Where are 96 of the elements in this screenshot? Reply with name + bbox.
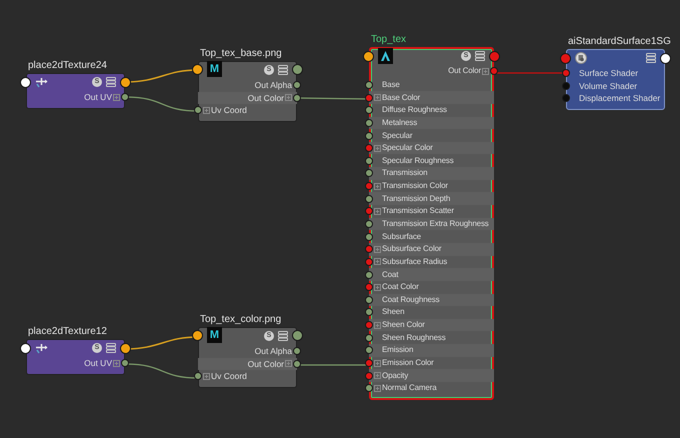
port-label: Surface Shader xyxy=(579,69,638,78)
list-icon[interactable] xyxy=(278,330,288,340)
node-title: Top_tex_base.png xyxy=(200,49,282,59)
port-label: Emission Color xyxy=(382,359,434,368)
node-card[interactable] xyxy=(26,339,125,375)
port-socket[interactable] xyxy=(293,81,301,90)
port-socket[interactable] xyxy=(365,359,373,368)
node-card[interactable] xyxy=(26,73,125,109)
port-socket[interactable] xyxy=(365,384,373,392)
port-socket[interactable] xyxy=(292,330,303,341)
port-label: Opacity xyxy=(382,372,408,380)
port-label: Uv Coord xyxy=(211,106,247,115)
port-label: Subsurface xyxy=(382,232,421,241)
crosshair-arrows-icon xyxy=(35,342,48,354)
port-socket[interactable] xyxy=(293,360,301,368)
port-socket[interactable] xyxy=(120,342,131,354)
port-socket[interactable] xyxy=(365,232,373,241)
port-socket[interactable] xyxy=(20,76,31,88)
port-label: Transmission Extra Roughness xyxy=(382,220,489,228)
port-socket[interactable] xyxy=(293,347,301,356)
port-socket[interactable] xyxy=(365,346,373,354)
port-label: Base Color xyxy=(382,94,420,102)
port-socket[interactable] xyxy=(365,132,373,140)
port-label: Sheen Color xyxy=(382,321,425,330)
port-label: Subsurface Radius xyxy=(382,258,448,266)
port-socket[interactable] xyxy=(365,283,373,292)
port-label: Coat Color xyxy=(382,283,419,292)
logo-icon: M xyxy=(207,327,222,343)
list-icon[interactable] xyxy=(278,64,288,74)
port-label: Out Color xyxy=(248,94,284,102)
port-socket[interactable] xyxy=(121,359,129,368)
port-label: Specular xyxy=(382,132,412,140)
port-label: Displacement Shader xyxy=(579,94,660,103)
node-title: Top_tex_color.png xyxy=(200,315,282,325)
port-label: Uv Coord xyxy=(211,372,247,381)
port-socket[interactable] xyxy=(365,308,373,316)
port-label: Specular Color xyxy=(382,144,433,152)
logo-icon: M xyxy=(207,61,222,77)
node-title: aiStandardSurface1SG xyxy=(568,37,671,47)
port-socket[interactable] xyxy=(365,258,373,266)
port-label: Out UV xyxy=(84,359,112,368)
port-socket[interactable] xyxy=(363,50,374,62)
port-label: Out Alpha xyxy=(254,347,292,356)
port-socket[interactable] xyxy=(365,207,373,216)
port-label: Subsurface Color xyxy=(382,245,442,254)
port-socket[interactable] xyxy=(365,118,373,127)
port-socket[interactable] xyxy=(20,342,31,354)
port-label: Transmission xyxy=(382,169,428,178)
port-label: Emission xyxy=(382,346,414,354)
port-label: Sheen xyxy=(382,308,404,316)
port-socket[interactable] xyxy=(192,330,203,341)
port-socket[interactable] xyxy=(365,182,373,190)
port-socket[interactable] xyxy=(121,93,129,102)
port-label: Metalness xyxy=(382,118,418,127)
port-socket[interactable] xyxy=(194,106,202,114)
node-title: Top_tex xyxy=(371,35,406,45)
port-socket[interactable] xyxy=(660,52,671,64)
node-card[interactable] xyxy=(566,49,665,110)
port-label: Volume Shader xyxy=(579,82,638,90)
port-socket[interactable] xyxy=(120,76,131,88)
port-label: Transmission Color xyxy=(382,182,448,190)
list-icon[interactable] xyxy=(475,51,485,61)
port-socket[interactable] xyxy=(293,94,301,102)
port-socket[interactable] xyxy=(192,64,203,75)
node-title: place2dTexture12 xyxy=(28,327,107,337)
port-socket[interactable] xyxy=(365,156,373,165)
port-socket[interactable] xyxy=(194,372,202,380)
crosshair-arrows-icon xyxy=(35,76,48,88)
port-label: Coat Roughness xyxy=(382,296,440,304)
list-icon[interactable] xyxy=(646,53,656,63)
port-socket[interactable] xyxy=(365,220,373,228)
port-label: Out Color xyxy=(448,67,481,76)
port-label: Out UV xyxy=(84,93,112,102)
list-icon[interactable] xyxy=(106,77,116,87)
port-socket[interactable] xyxy=(365,169,373,178)
port-label: Normal Camera xyxy=(382,384,437,392)
port-socket[interactable] xyxy=(292,64,303,75)
port-label: Base xyxy=(382,80,400,89)
port-label: Out Alpha xyxy=(254,81,292,90)
port-label: Transmission Depth xyxy=(382,194,450,203)
port-label: Transmission Scatter xyxy=(382,207,454,216)
port-label: Coat xyxy=(382,270,398,279)
port-socket[interactable] xyxy=(365,334,373,342)
port-socket[interactable] xyxy=(365,106,373,114)
logo-icon xyxy=(378,48,393,64)
node-title: place2dTexture24 xyxy=(28,61,107,71)
port-socket[interactable] xyxy=(365,270,373,279)
port-label: Specular Roughness xyxy=(382,156,454,165)
list-icon[interactable] xyxy=(106,343,116,353)
port-socket[interactable] xyxy=(365,194,373,203)
port-label: Out Color xyxy=(248,360,284,368)
port-label: Sheen Roughness xyxy=(382,334,446,342)
port-socket[interactable] xyxy=(490,67,498,76)
port-label: Diffuse Roughness xyxy=(382,106,447,114)
port-socket[interactable] xyxy=(365,80,373,89)
port-socket[interactable] xyxy=(365,296,373,304)
